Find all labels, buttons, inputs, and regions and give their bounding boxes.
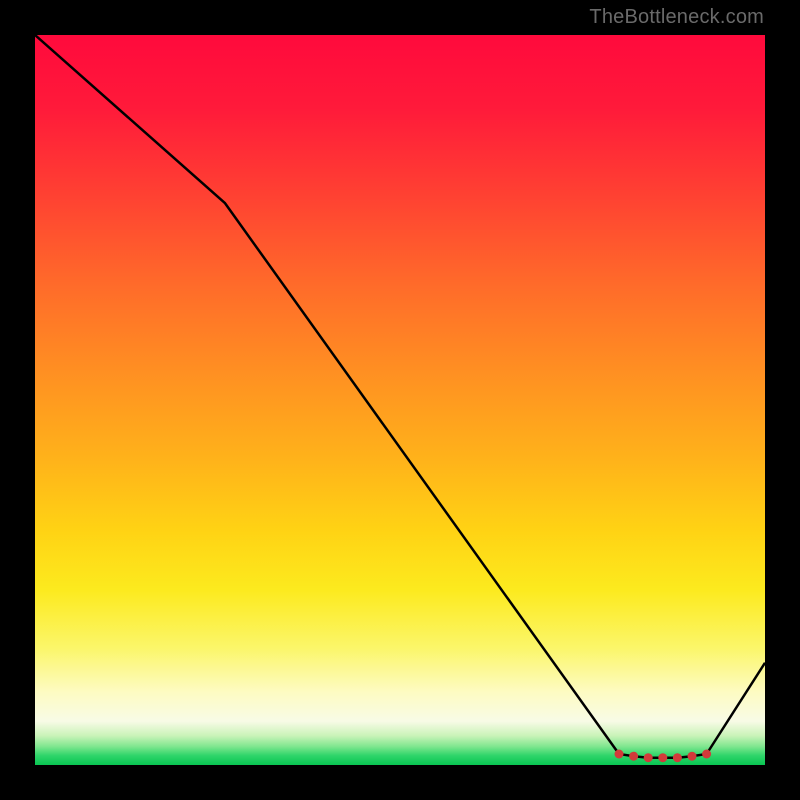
- chart-svg: [35, 35, 765, 765]
- series-curve: [35, 35, 765, 758]
- marker-dot: [688, 752, 697, 761]
- marker-dot: [702, 750, 711, 759]
- marker-dot: [629, 752, 638, 761]
- chart-frame: TheBottleneck.com: [0, 0, 800, 800]
- watermark-text: TheBottleneck.com: [589, 6, 764, 29]
- plot-area: [35, 35, 765, 765]
- marker-dot: [644, 753, 653, 762]
- marker-dot: [615, 750, 624, 759]
- marker-dot: [658, 753, 667, 762]
- marker-dot: [673, 753, 682, 762]
